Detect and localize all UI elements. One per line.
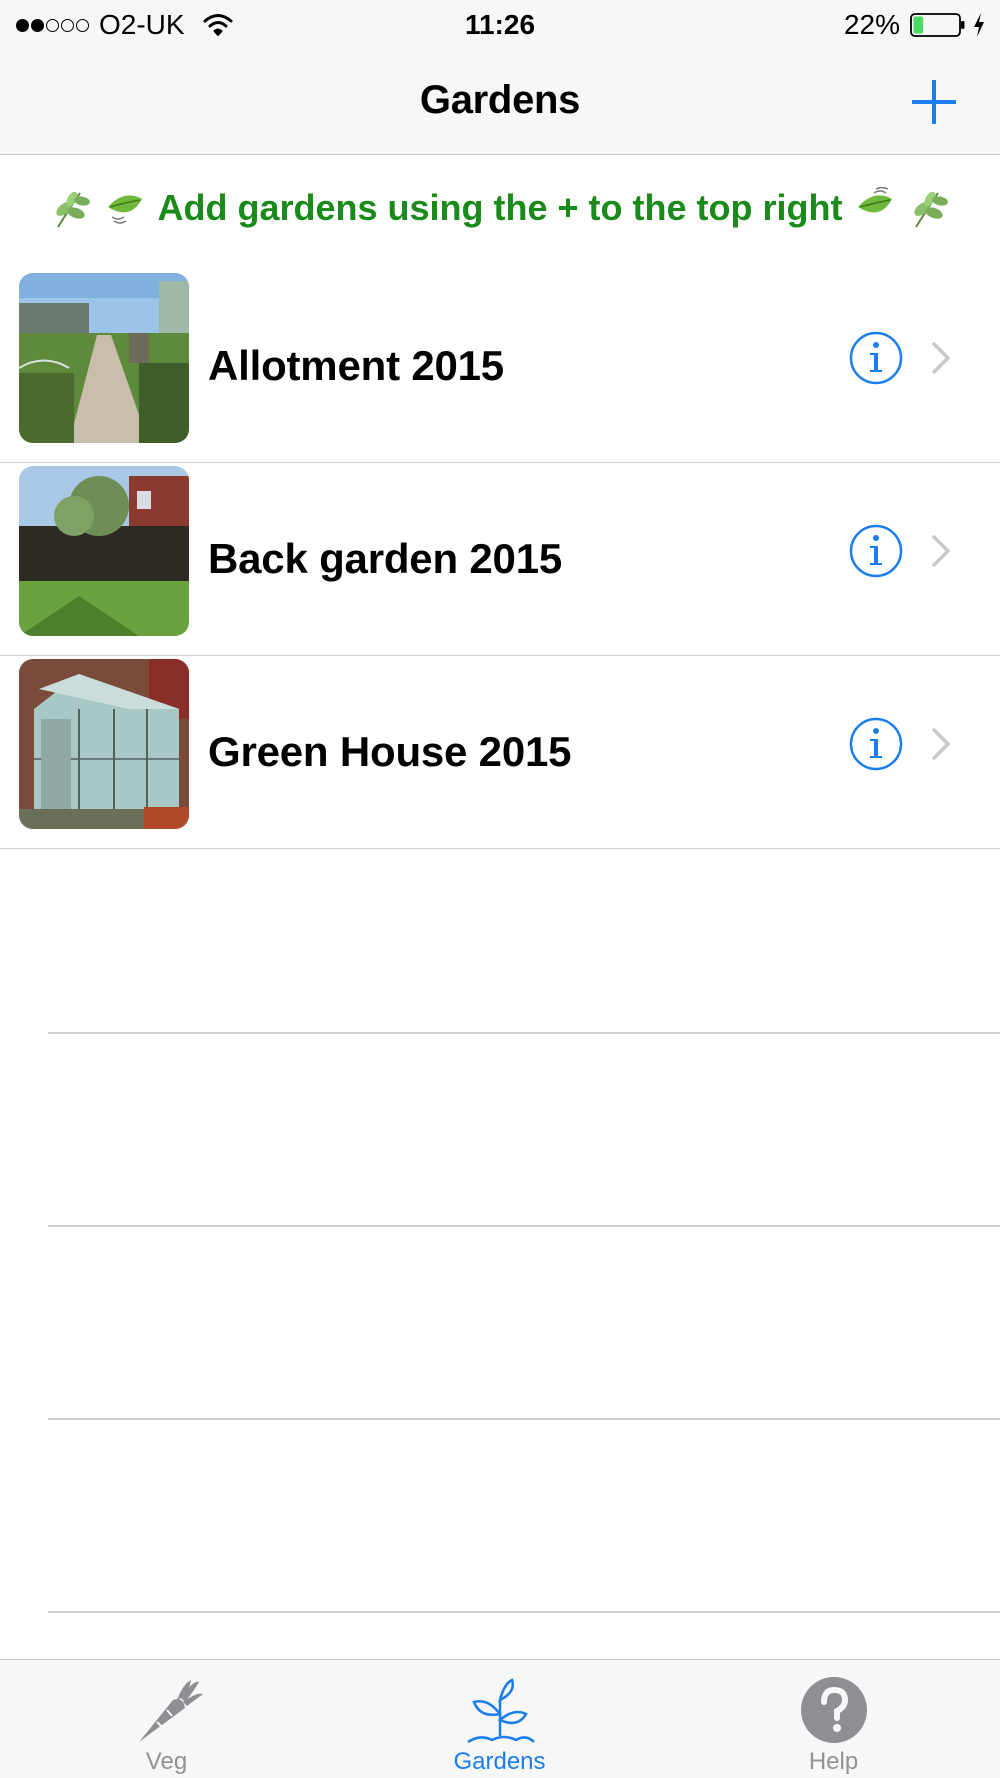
bolt-icon [974, 13, 984, 37]
garden-thumbnail [19, 659, 189, 829]
garden-name: Allotment 2015 [208, 342, 504, 389]
navigation-bar: Gardens [0, 50, 1000, 155]
empty-row-separator [48, 1225, 1000, 1227]
battery-fill [913, 16, 924, 34]
garden-row-green-house[interactable]: Green House 2015 [0, 656, 1000, 849]
add-garden-button[interactable] [908, 76, 960, 128]
tab-label: Gardens [453, 1748, 546, 1775]
tab-gardens[interactable]: Gardens [333, 1660, 666, 1778]
gardens-screen: O2-UK 11:26 22% Gardens Add gardens usin… [0, 0, 1000, 1778]
allotment-photo [19, 273, 189, 443]
garden-row-back-garden[interactable]: Back garden 2015 [0, 463, 1000, 656]
add-gardens-hint: Add gardens using the + to the top right [0, 160, 1000, 255]
chevron-right-icon [932, 342, 950, 374]
herb-icon [55, 191, 90, 228]
chevron-right-icon [932, 728, 950, 760]
status-right: 22% [844, 9, 986, 41]
tab-label: Help [808, 1748, 859, 1775]
garden-name: Green House 2015 [208, 728, 572, 775]
tab-help[interactable]: Help [667, 1660, 1000, 1778]
garden-name: Back garden 2015 [208, 535, 563, 582]
garden-list: Allotment 2015 Back garden 2015 Green Ho… [0, 270, 1000, 849]
empty-row-separator [48, 1611, 1000, 1613]
battery-icon [910, 13, 965, 37]
info-icon[interactable] [848, 330, 904, 386]
back-garden-photo [19, 466, 189, 636]
info-icon[interactable] [848, 716, 904, 772]
hint-text: Add gardens using the + to the top right [157, 186, 843, 228]
tab-veg[interactable]: Veg [0, 1660, 333, 1778]
garden-thumbnail [19, 273, 189, 443]
greenhouse-photo [19, 659, 189, 829]
status-bar: O2-UK 11:26 22% [0, 0, 1000, 50]
empty-row-separator [48, 1032, 1000, 1034]
empty-row-separator [48, 1418, 1000, 1420]
herb-icon [914, 191, 949, 228]
info-icon[interactable] [848, 523, 904, 579]
leaf-fluttering-icon [858, 186, 893, 212]
help-icon [800, 1677, 867, 1743]
battery-percentage: 22% [843, 9, 900, 40]
chevron-right-icon [932, 535, 950, 567]
page-title: Gardens [419, 78, 581, 122]
tab-bar: Veg Gardens Help [0, 1659, 1000, 1778]
seedling-icon [466, 1678, 535, 1744]
carrot-icon [138, 1680, 203, 1742]
garden-thumbnail [19, 466, 189, 636]
garden-row-allotment[interactable]: Allotment 2015 [0, 270, 1000, 463]
leaf-fluttering-icon [107, 194, 142, 224]
tab-label: Veg [145, 1748, 188, 1775]
